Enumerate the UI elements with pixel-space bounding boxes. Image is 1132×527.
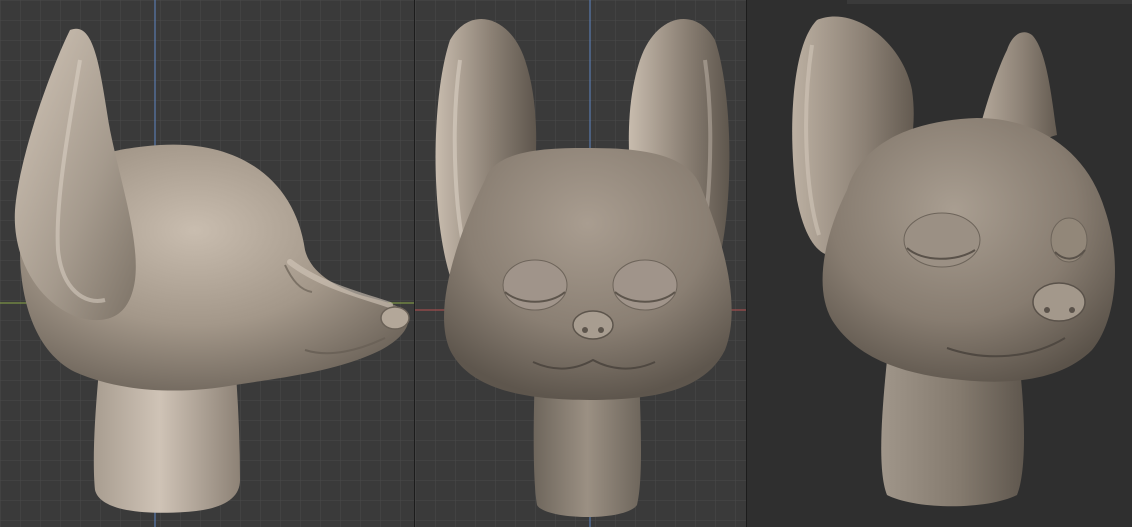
nose: [1032, 282, 1086, 322]
three-quarter-view-render: [747, 0, 1132, 527]
viewport-front[interactable]: [415, 0, 747, 527]
neck: [881, 360, 1024, 507]
sculpt-comparison: [0, 0, 1132, 527]
front-view-render: [415, 0, 747, 527]
viewport-side[interactable]: [0, 0, 415, 527]
right-eye: [1050, 217, 1088, 263]
side-view-render: [0, 0, 415, 527]
nose: [572, 310, 614, 340]
nose: [380, 306, 410, 330]
viewport-three-quarter[interactable]: [747, 0, 1132, 527]
